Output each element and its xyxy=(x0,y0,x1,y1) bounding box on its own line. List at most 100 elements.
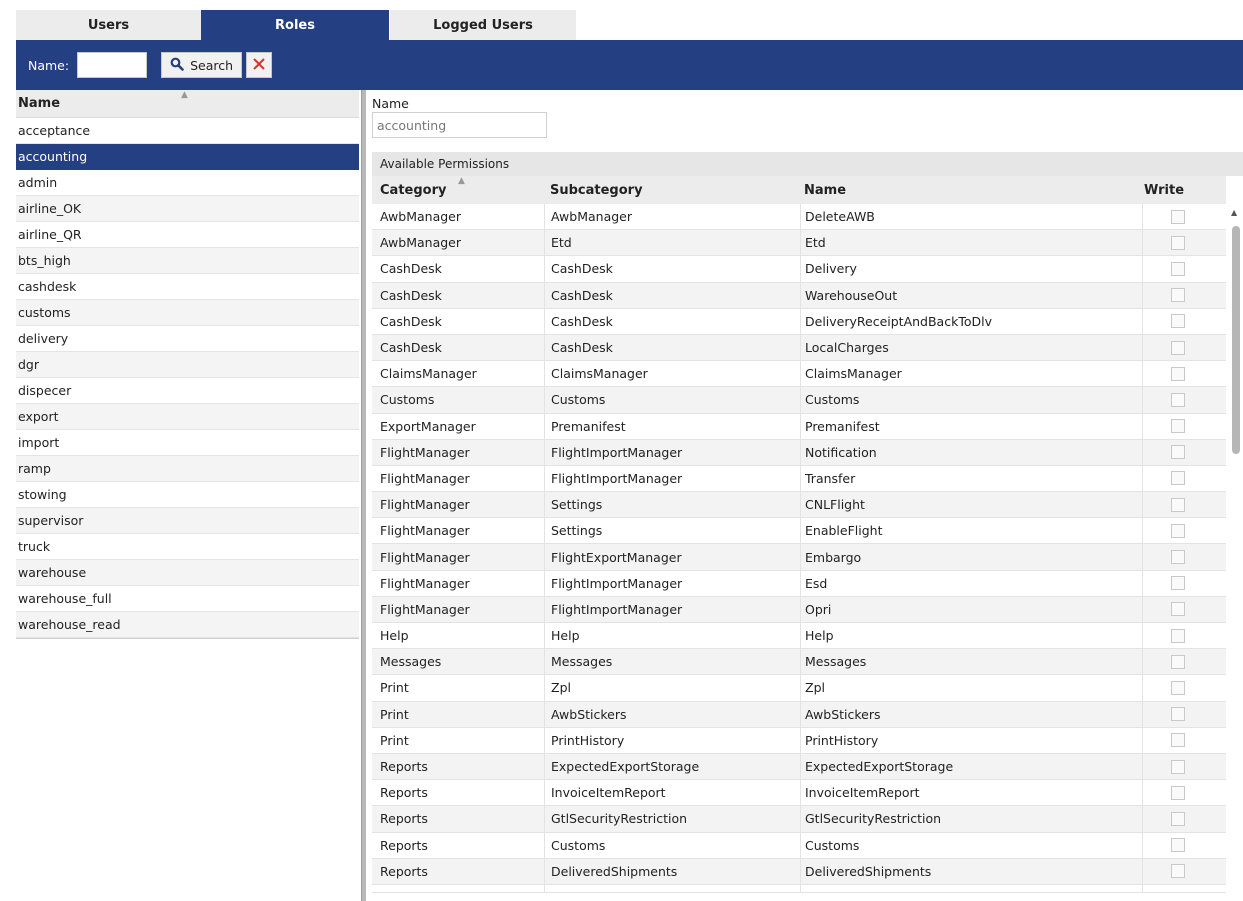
write-checkbox[interactable] xyxy=(1171,602,1185,617)
table-row[interactable]: FlightManager FlightExportManager Embargo xyxy=(372,544,1226,571)
write-checkbox[interactable] xyxy=(1171,654,1185,669)
scrollbar-thumb[interactable] xyxy=(1232,226,1240,454)
write-checkbox[interactable] xyxy=(1171,288,1185,303)
table-row[interactable]: Reports ExpectedExportStorage ExpectedExpo… xyxy=(372,753,1226,781)
table-row[interactable]: Print Zpl Zpl xyxy=(372,675,1226,702)
write-checkbox[interactable] xyxy=(1171,550,1185,565)
table-row[interactable]: FlightManager Settings EnableFlight xyxy=(372,518,1226,545)
tab-logged-users[interactable]: Logged Users xyxy=(390,10,576,40)
role-item[interactable]: warehouse xyxy=(16,560,359,586)
write-checkbox[interactable] xyxy=(1171,811,1185,826)
write-checkbox[interactable] xyxy=(1171,445,1185,460)
table-row[interactable]: CashDesk CashDesk Delivery xyxy=(372,256,1226,283)
write-checkbox[interactable] xyxy=(1171,366,1185,381)
roles-list-header[interactable]: Name ▲ xyxy=(16,90,359,118)
table-row[interactable]: Reports DeliveredShipments DeliveredShipme… xyxy=(372,858,1226,885)
table-row[interactable]: FlightManager FlightImportManager Opri xyxy=(372,596,1226,623)
write-checkbox[interactable] xyxy=(1171,838,1185,853)
table-row[interactable]: CashDesk CashDesk DeliveryReceiptAndBackTo… xyxy=(372,308,1226,335)
role-item[interactable]: dgr xyxy=(16,352,359,378)
write-checkbox[interactable] xyxy=(1171,340,1185,355)
role-item[interactable]: supervisor xyxy=(16,508,359,534)
role-item[interactable]: truck xyxy=(16,534,359,560)
cell-write xyxy=(1142,256,1226,282)
table-row[interactable]: AwbManager Etd Etd xyxy=(372,230,1226,257)
tab-users[interactable]: Users xyxy=(16,10,201,40)
write-checkbox[interactable] xyxy=(1171,314,1185,329)
cell-write xyxy=(1142,387,1226,413)
cell-name: Esd xyxy=(800,570,1142,596)
tab-roles[interactable]: Roles xyxy=(201,10,389,40)
table-row[interactable]: FlightManager FlightImportManager Notifica… xyxy=(372,439,1226,466)
role-item[interactable]: acceptance xyxy=(16,118,359,144)
role-item[interactable]: customs xyxy=(16,300,359,326)
table-row[interactable]: Print PrintHistory PrintHistory xyxy=(372,727,1226,754)
table-row[interactable]: FlightManager FlightImportManager Transfer xyxy=(372,465,1226,493)
write-checkbox[interactable] xyxy=(1171,628,1185,643)
table-row[interactable]: Messages Messages Messages xyxy=(372,649,1226,676)
name-filter-input[interactable] xyxy=(77,52,148,78)
clear-button[interactable] xyxy=(246,52,273,78)
cell-subcategory: Settings xyxy=(544,492,800,518)
role-item[interactable]: export xyxy=(16,404,359,430)
cell-subcategory: FlightExportManager xyxy=(544,544,800,570)
cell-write xyxy=(1142,780,1226,806)
role-name-field[interactable] xyxy=(372,112,547,138)
cell-write xyxy=(1142,544,1226,570)
write-checkbox[interactable] xyxy=(1171,576,1185,591)
write-checkbox[interactable] xyxy=(1171,785,1185,800)
table-row[interactable]: FlightManager FlightImportManager Esd xyxy=(372,570,1226,597)
table-row[interactable]: Print AwbStickers AwbStickers xyxy=(372,701,1226,728)
table-row[interactable]: Reports InvoiceItemReport InvoiceItemRepor… xyxy=(372,780,1226,807)
panel-splitter[interactable] xyxy=(361,90,366,901)
role-item-label: export xyxy=(18,409,59,424)
role-item[interactable]: import xyxy=(16,430,359,456)
write-checkbox[interactable] xyxy=(1171,419,1185,434)
role-item[interactable]: bts_high xyxy=(16,248,359,274)
role-item[interactable]: admin xyxy=(16,170,359,196)
role-item[interactable]: stowing xyxy=(16,482,359,508)
write-checkbox[interactable] xyxy=(1171,707,1185,722)
write-checkbox[interactable] xyxy=(1171,759,1185,774)
role-item[interactable]: cashdesk xyxy=(16,274,359,300)
cell-category: FlightManager xyxy=(380,601,470,617)
table-row[interactable]: AwbManager AwbManager DeleteAWB xyxy=(372,204,1226,231)
table-row[interactable]: Help Help Help xyxy=(372,623,1226,650)
scroll-up-arrow-icon[interactable]: ▲ xyxy=(1231,208,1237,217)
write-checkbox[interactable] xyxy=(1171,392,1185,407)
cell-name: DeliveryReceiptAndBackToDlv xyxy=(800,308,1142,334)
write-checkbox[interactable] xyxy=(1171,680,1185,695)
write-checkbox[interactable] xyxy=(1171,523,1185,538)
table-row[interactable]: ClaimsManager ClaimsManager ClaimsManager xyxy=(372,361,1226,388)
column-header-name[interactable]: Name xyxy=(800,176,1142,204)
table-row[interactable]: FlightManager Settings CNLFlight xyxy=(372,492,1226,519)
role-item[interactable]: accounting xyxy=(16,144,359,170)
role-item[interactable]: dispecer xyxy=(16,378,359,404)
role-item[interactable]: ramp xyxy=(16,456,359,482)
cell-subcategory: AwbStickers xyxy=(544,701,800,727)
column-header-subcategory[interactable]: Subcategory xyxy=(544,176,800,204)
cell-subcategory: Settings xyxy=(544,518,800,544)
table-row[interactable]: Customs Customs Customs xyxy=(372,387,1226,414)
table-row[interactable]: CashDesk CashDesk WarehouseOut xyxy=(372,282,1226,309)
write-checkbox[interactable] xyxy=(1171,235,1185,250)
role-item[interactable]: airline_OK xyxy=(16,196,359,222)
table-row[interactable]: ExportManager Premanifest Premanifest xyxy=(372,413,1226,440)
write-checkbox[interactable] xyxy=(1171,864,1185,879)
table-row[interactable]: Reports GtlSecurityRestriction GtlSecurity… xyxy=(372,806,1226,833)
role-item[interactable]: delivery xyxy=(16,326,359,352)
role-item[interactable]: warehouse_full xyxy=(16,586,359,612)
write-checkbox[interactable] xyxy=(1171,497,1185,512)
role-item[interactable]: airline_QR xyxy=(16,222,359,248)
magnifier-icon xyxy=(170,57,184,74)
table-row[interactable]: CashDesk CashDesk LocalCharges xyxy=(372,334,1226,362)
table-row[interactable]: Reports Customs Customs xyxy=(372,832,1226,859)
write-checkbox[interactable] xyxy=(1171,209,1185,224)
column-header-write[interactable]: Write xyxy=(1142,176,1226,204)
write-checkbox[interactable] xyxy=(1171,261,1185,276)
write-checkbox[interactable] xyxy=(1171,733,1185,748)
role-item[interactable]: warehouse_read xyxy=(16,612,359,638)
permissions-scrollbar[interactable]: ▲ xyxy=(1227,204,1243,901)
write-checkbox[interactable] xyxy=(1171,471,1185,486)
search-button[interactable]: Search xyxy=(161,52,243,78)
